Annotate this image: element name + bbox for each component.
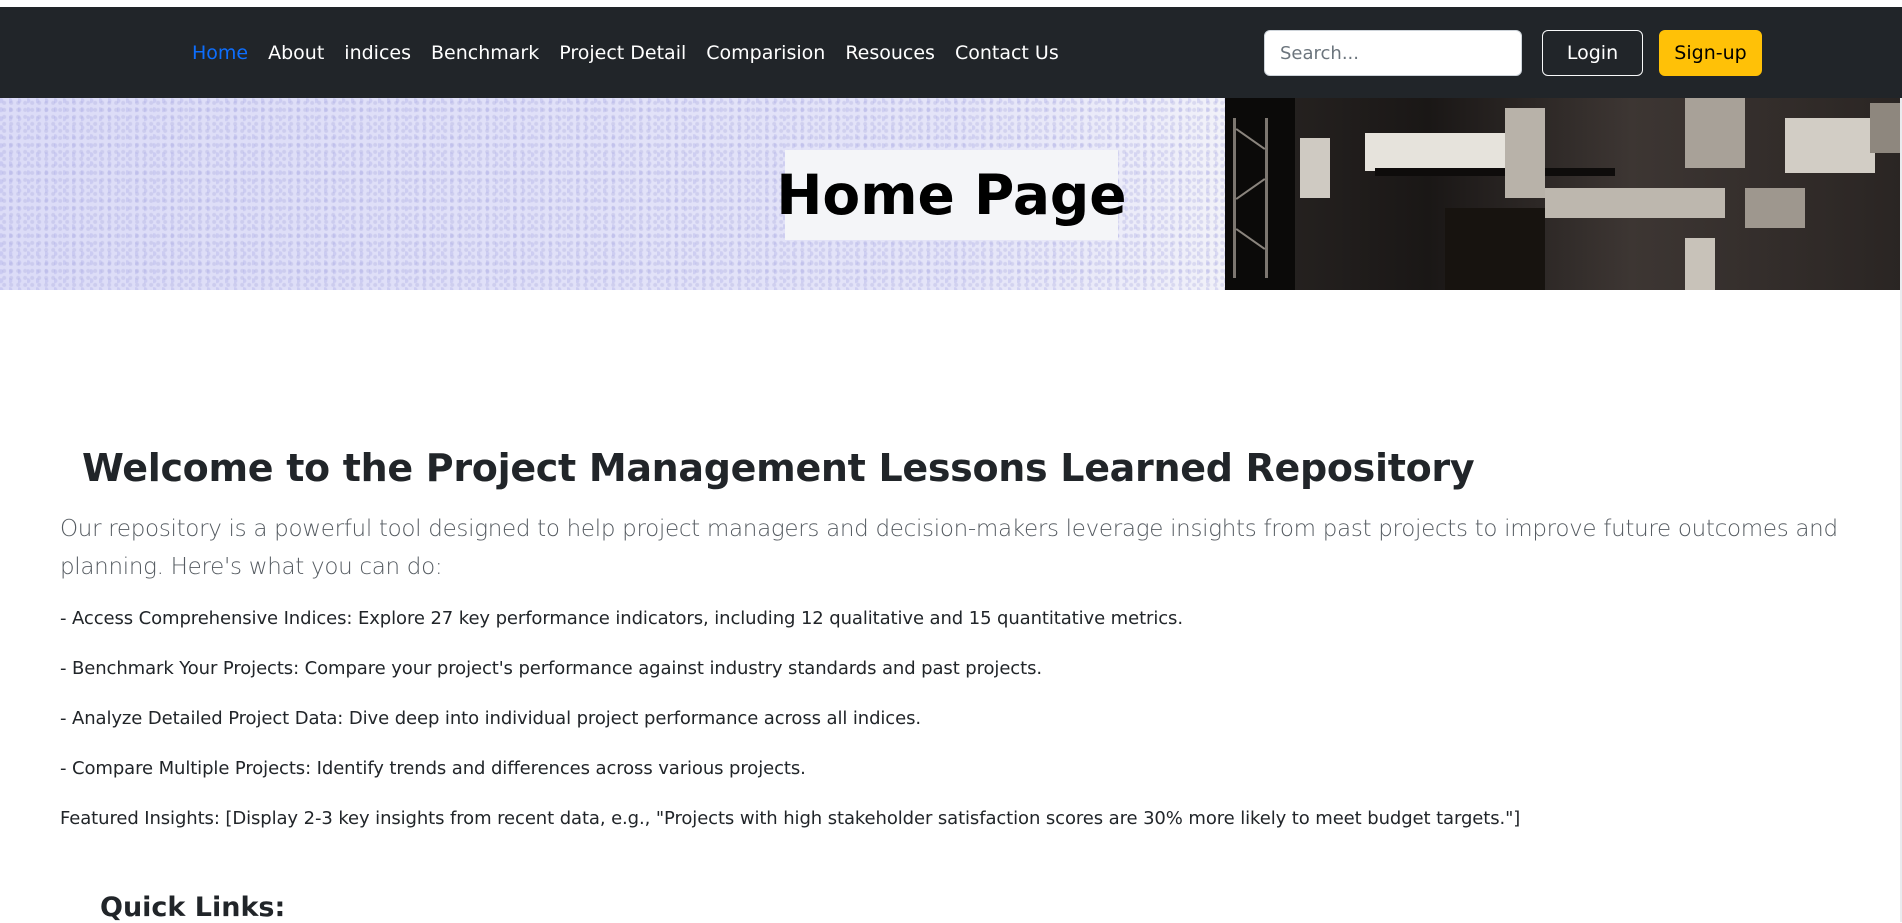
nav-link-comparision[interactable]: Comparision: [696, 42, 835, 64]
nav-link-home[interactable]: Home: [192, 42, 258, 64]
featured-insights: Featured Insights: [Display 2-3 key insi…: [60, 808, 1521, 829]
nav-links: Home About indices Benchmark Project Det…: [192, 7, 1069, 98]
search-input[interactable]: [1264, 30, 1522, 76]
nav-link-resouces[interactable]: Resouces: [835, 42, 945, 64]
hero-title-box: Home Page: [776, 150, 1127, 240]
nav-link-benchmark[interactable]: Benchmark: [421, 42, 549, 64]
welcome-heading: Welcome to the Project Management Lesson…: [82, 446, 1475, 490]
nav-link-indices[interactable]: indices: [334, 42, 421, 64]
nav-link-contact-us[interactable]: Contact Us: [945, 42, 1069, 64]
hero-construction-image: [1225, 98, 1902, 290]
quick-links-heading: Quick Links:: [100, 892, 286, 923]
nav-link-project-detail[interactable]: Project Detail: [549, 42, 696, 64]
signup-button[interactable]: Sign-up: [1659, 30, 1762, 76]
login-button[interactable]: Login: [1542, 30, 1643, 76]
page-title: Home Page: [776, 163, 1127, 227]
nav-link-about[interactable]: About: [258, 42, 334, 64]
feature-bullet: - Access Comprehensive Indices: Explore …: [60, 608, 1183, 629]
feature-bullet: - Benchmark Your Projects: Compare your …: [60, 658, 1042, 679]
intro-lead: Our repository is a powerful tool design…: [60, 516, 1838, 580]
navbar: Home About indices Benchmark Project Det…: [0, 7, 1902, 98]
feature-bullet: - Analyze Detailed Project Data: Dive de…: [60, 708, 921, 729]
hero-banner: Home Page: [0, 98, 1902, 290]
top-strip: [0, 0, 1902, 7]
feature-bullet: - Compare Multiple Projects: Identify tr…: [60, 758, 806, 779]
